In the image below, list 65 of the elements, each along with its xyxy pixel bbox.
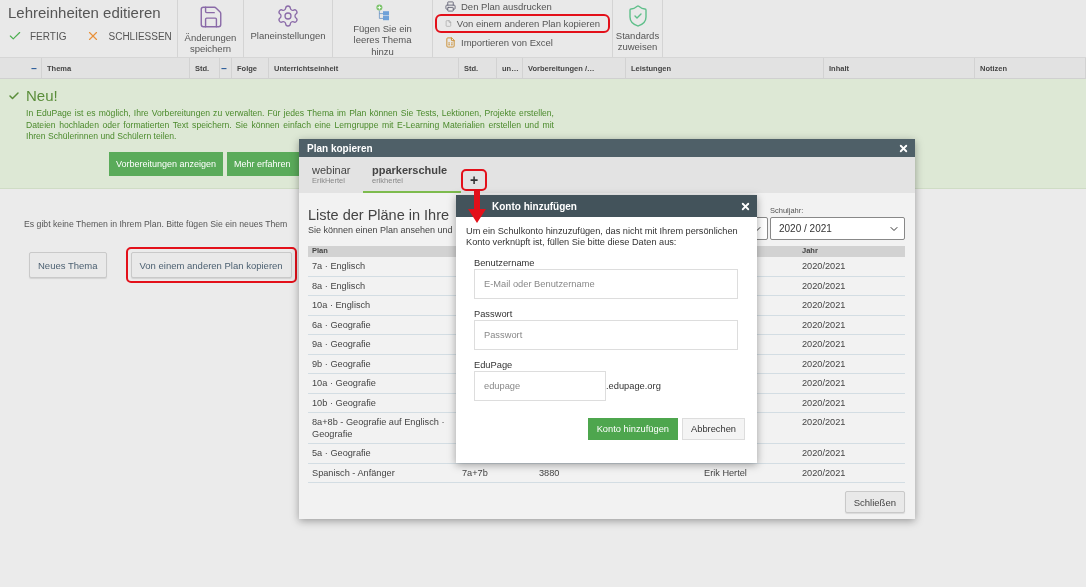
collapse-toggle[interactable]: − — [31, 62, 37, 74]
dialog-intro: Um ein Schulkonto hinzuzufügen, das nicht mit Ihrem persönlichen Konto verknüpft ist, füllen Sie bitte diese Daten aus: — [466, 226, 739, 248]
check-icon — [8, 89, 20, 102]
plan-cell-text: 8a+8b - Geografie auf Englisch · Geografie — [311, 417, 446, 440]
list-heading: Liste der Pläne in Ihre — [308, 207, 451, 223]
check-icon — [8, 29, 22, 43]
spreadsheet-icon — [445, 37, 456, 48]
document-icon — [445, 18, 452, 29]
year-cell-text: 2020/2021 — [801, 358, 847, 370]
field-label: Passwort — [474, 309, 514, 319]
toolbar-link[interactable]: Importieren von Excel — [435, 33, 610, 52]
plan-cell-text: 10a · Geografie — [311, 378, 377, 390]
year-cell-text: 2020/2021 — [801, 378, 847, 390]
dialog-title: Konto hinzufügen — [491, 200, 577, 212]
close-button[interactable] — [740, 200, 751, 212]
printer-icon — [445, 1, 456, 12]
domain-suffix: .edupage.org — [606, 381, 661, 391]
field-label: Benutzername — [474, 258, 536, 268]
action-button[interactable]: Neues Thema — [29, 252, 107, 278]
year-cell-text: 2020/2021 — [801, 417, 847, 429]
plan-cell-text: 10a · Englisch — [311, 300, 372, 312]
close-dialog-button[interactable]: Schließen — [844, 491, 905, 513]
done-button[interactable]: FERTIG — [8, 29, 67, 43]
year-cell-text: 2020/2021 — [801, 448, 847, 460]
plan-cell-text: 5a · Geografie — [311, 448, 372, 460]
close-button[interactable] — [898, 142, 909, 154]
cancel-button[interactable]: Abbrechen — [682, 418, 745, 440]
year-cell-text: 2020/2021 — [801, 397, 847, 409]
toolbar-button[interactable]: Planeinstellungen — [244, 0, 333, 57]
year-cell-text: 2020/2021 — [801, 319, 847, 331]
input-field[interactable]: edupage — [474, 371, 606, 401]
plan-cell-text: 9a · Geografie — [311, 339, 372, 351]
table-cell-text: 7a+7b — [461, 467, 489, 479]
notice-title: Neu! — [26, 87, 58, 104]
empty-message: Es gibt keine Themen in Ihrem Plan. Bitte fügen Sie ein neues Them — [24, 219, 288, 229]
input-field[interactable]: Passwort — [474, 320, 738, 350]
notice-text: In EduPage ist es möglich, Ihre Vorbereitungen zu verwalten. Für jedes Thema im Plan können Sie Tests, Lektionen, Projekte erstellen, Dateien hochladen oder formatierten Text speichern. Sie können einfach eine Lerngruppe mit E-Learning Materialien erstellen und mit Ihren Schülerinnen und Schülern teilen. — [26, 108, 554, 143]
toolbar-link[interactable]: Den Plan ausdrucken — [435, 0, 610, 14]
toolbar-link[interactable]: Von einem anderen Plan kopieren — [435, 14, 610, 33]
plan-cell-text: 7a · Englisch — [311, 261, 367, 273]
table-cell-text: 3880 — [538, 467, 561, 479]
close-button[interactable]: SCHLIESSEN — [86, 29, 172, 43]
add-account-button[interactable]: + — [463, 171, 485, 189]
year-cell-text: 2020/2021 — [801, 261, 847, 273]
year-select[interactable]: 2020 / 2021 — [770, 217, 905, 240]
table-cell-text: Erik Hertel — [703, 467, 748, 479]
year-cell-text: 2020/2021 — [801, 300, 847, 312]
year-cell-text: 2020/2021 — [801, 467, 847, 479]
plan-cell-text: 8a · Englisch — [311, 280, 367, 292]
plan-cell-text: Spanisch - Anfänger — [311, 467, 396, 479]
plan-cell-text: 10b · Geografie — [311, 397, 377, 409]
toolbar-button[interactable]: Fügen Sie ein leeres Thema hinzu — [333, 0, 433, 57]
collapse-toggle[interactable]: − — [221, 62, 227, 74]
standards-button[interactable]: Standards zuweisen — [613, 0, 663, 57]
list-subheading: Sie können einen Plan ansehen und — [308, 225, 453, 235]
year-cell-text: 2020/2021 — [801, 339, 847, 351]
dialog-title: Plan kopieren — [307, 142, 373, 154]
plan-cell-text: 6a · Geografie — [311, 319, 372, 331]
input-field[interactable]: E-Mail oder Benutzername — [474, 269, 738, 299]
page-title: Lehreinheiten editieren — [8, 4, 162, 21]
plan-cell-text: 9b · Geografie — [311, 358, 372, 370]
field-label: EduPage — [474, 360, 514, 370]
year-cell-text: 2020/2021 — [801, 280, 847, 292]
toolbar-button[interactable]: Änderungen speichern — [178, 0, 244, 57]
action-button[interactable]: Von einem anderen Plan kopieren — [130, 252, 292, 278]
